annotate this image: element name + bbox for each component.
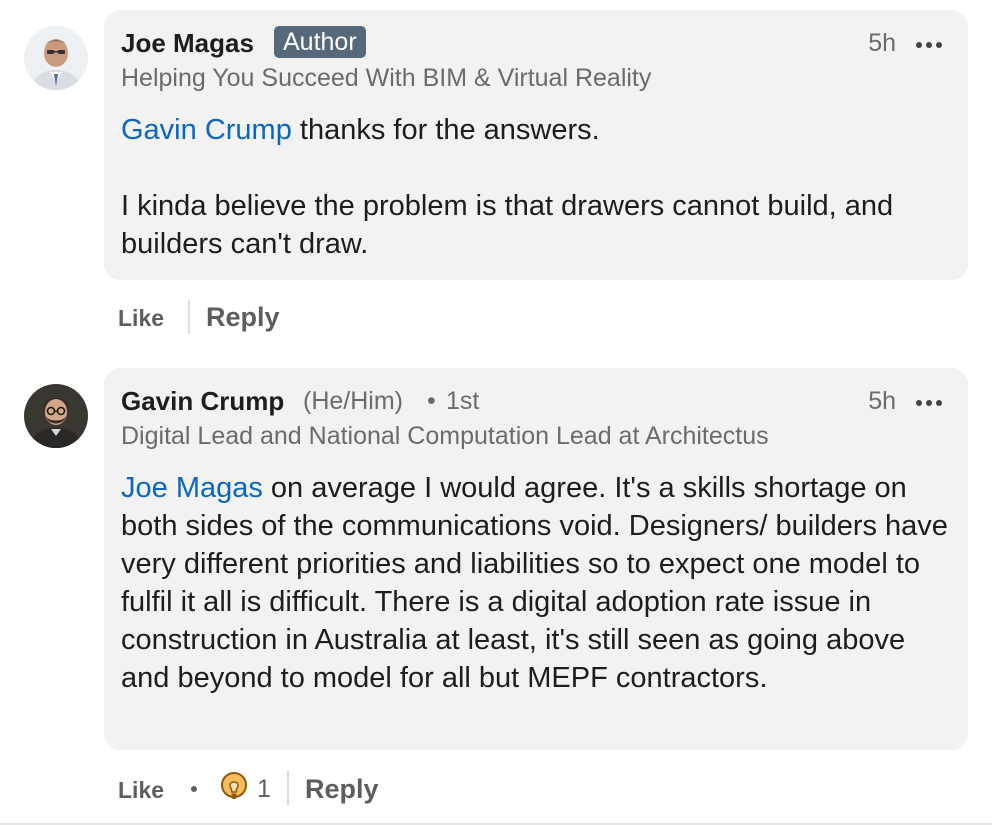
- profile-photo-icon: [24, 26, 88, 90]
- comment-bubble: Joe Magas Author 5h Helping You Succeed …: [104, 10, 968, 280]
- connection-degree: 1st: [446, 387, 480, 415]
- action-divider: [188, 300, 190, 334]
- comment-timestamp: 5h: [868, 29, 896, 57]
- action-dot-separator: [191, 786, 197, 792]
- comment-text-segment: thanks for the answers.: [291, 114, 600, 146]
- comment-text-segment: on average I would agree. It's a skills …: [121, 472, 948, 694]
- action-divider: [287, 771, 289, 805]
- comment-text: Joe Magas on average I would agree. It's…: [121, 469, 956, 697]
- author-badge: Author: [274, 26, 366, 58]
- author-headline: Helping You Succeed With BIM & Virtual R…: [121, 64, 652, 92]
- meta-separator: •: [427, 387, 436, 415]
- comment-timestamp: 5h: [868, 387, 896, 415]
- more-options-icon[interactable]: [916, 399, 942, 407]
- mention-link[interactable]: Gavin Crump: [121, 114, 292, 146]
- avatar-gavin-crump[interactable]: [24, 384, 88, 448]
- comment-author-name[interactable]: Joe Magas: [121, 28, 254, 59]
- insightful-lightbulb-icon[interactable]: [220, 772, 248, 804]
- like-button[interactable]: Like: [118, 777, 164, 804]
- comment-bubble: Gavin Crump (He/Him) • 1st 5h Digital Le…: [104, 368, 968, 750]
- author-pronouns: (He/Him): [303, 387, 403, 415]
- comment-text: Gavin Crump thanks for the answers.: [121, 111, 956, 149]
- comment-text-paragraph: I kinda believe the problem is that draw…: [121, 190, 894, 260]
- reply-button[interactable]: Reply: [305, 774, 379, 805]
- like-button[interactable]: Like: [118, 305, 164, 332]
- reaction-count[interactable]: 1: [257, 775, 271, 804]
- profile-photo-icon: [24, 384, 88, 448]
- more-options-icon[interactable]: [916, 41, 942, 49]
- avatar-joe-magas[interactable]: [24, 26, 88, 90]
- comment-author-name[interactable]: Gavin Crump: [121, 386, 284, 417]
- reply-button[interactable]: Reply: [206, 302, 280, 333]
- author-headline: Digital Lead and National Computation Le…: [121, 422, 769, 450]
- mention-link[interactable]: Joe Magas: [121, 472, 263, 504]
